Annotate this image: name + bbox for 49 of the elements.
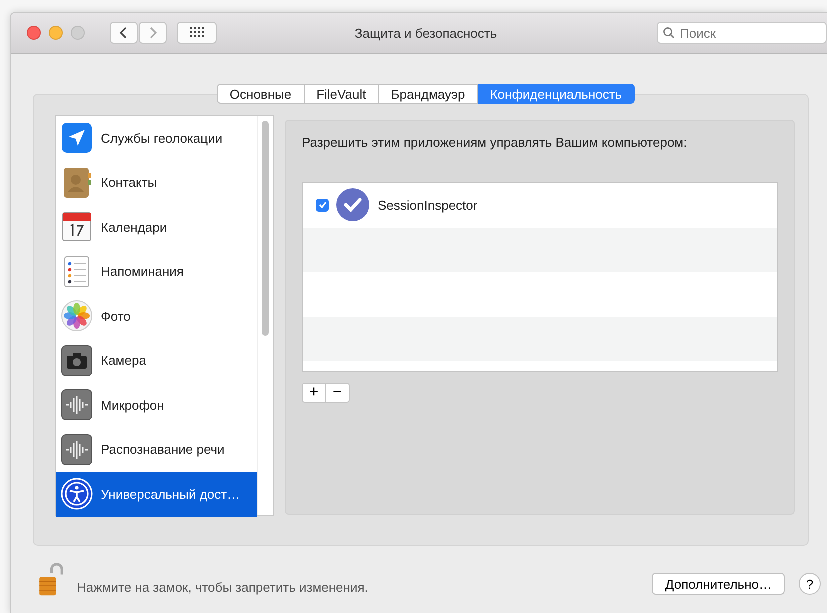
sidebar-item[interactable]: Камера [56, 338, 257, 383]
item-label: Универсальный дост… [101, 486, 240, 502]
tab[interactable]: FileVault [304, 84, 380, 104]
close-button[interactable] [27, 26, 41, 40]
sound-wave-icon [61, 389, 93, 422]
sidebar-item[interactable]: Универсальный дост… [56, 472, 257, 516]
calendar-icon [61, 211, 93, 244]
item-label: Контакты [101, 175, 158, 190]
minimize-button[interactable] [49, 26, 63, 40]
sidebar-item[interactable]: Фото [56, 294, 257, 338]
back-button[interactable] [110, 22, 138, 44]
sidebar-item[interactable]: Контакты [56, 160, 257, 205]
tab[interactable]: Брандмауэр [379, 84, 478, 104]
remove-button[interactable]: − [326, 383, 350, 403]
item-label: Распознавание речи [101, 442, 225, 458]
padlock-icon[interactable] [37, 562, 63, 598]
item-label: Фото [101, 308, 131, 324]
tab[interactable]: Конфиденциальность [478, 84, 636, 104]
add-button[interactable]: + [302, 383, 326, 403]
flower-icon [61, 300, 93, 332]
checkmark-badge-icon [336, 188, 370, 222]
search-field[interactable]: Поиск [657, 22, 827, 44]
contacts-book-icon [61, 166, 93, 199]
advanced-button[interactable]: Дополнительно… [652, 573, 785, 595]
sidebar-item[interactable]: Напоминания [56, 250, 257, 294]
sidebar-item[interactable]: Распознавание речи [56, 428, 257, 472]
app-name: SessionInspector [378, 198, 478, 213]
section-heading: Разрешить этим приложениям управлять Вашим компьютером: [302, 135, 688, 150]
item-label: Камера [101, 353, 146, 368]
accessibility-icon [61, 478, 93, 510]
item-label: Напоминания [101, 264, 184, 280]
chevron-right-icon [148, 26, 158, 40]
sidebar-item[interactable]: Службы геолокации [56, 116, 257, 160]
window-title: Защита и безопасность [354, 26, 498, 40]
item-label: Календари [101, 220, 168, 235]
help-button[interactable]: ? [799, 573, 821, 595]
tab[interactable]: Основные [216, 84, 305, 104]
item-label: Микрофон [101, 398, 164, 413]
grid-icon [190, 27, 204, 39]
show-all-button[interactable] [177, 22, 217, 44]
sidebar-item[interactable]: Микрофон [56, 383, 257, 428]
checkbox[interactable] [316, 198, 329, 212]
sidebar-item[interactable]: Календари [56, 205, 257, 250]
camera-icon [61, 344, 93, 377]
item-label: Службы геолокации [101, 130, 223, 146]
search-icon [663, 27, 675, 39]
sound-wave-icon [61, 434, 93, 466]
chevron-left-icon [119, 26, 129, 40]
lock-hint: Нажмите на замок, чтобы запретить изменения. [77, 580, 368, 594]
